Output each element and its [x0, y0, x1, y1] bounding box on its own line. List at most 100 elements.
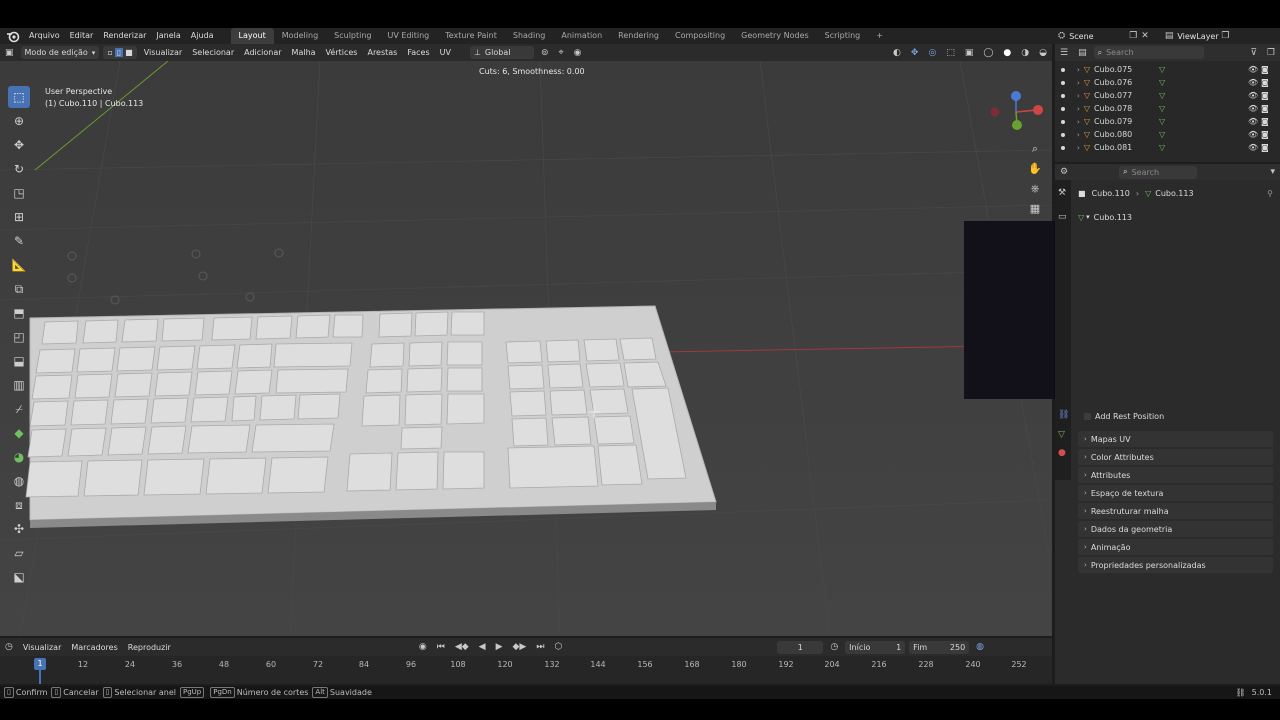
y-axis-icon[interactable] — [1012, 120, 1022, 130]
section-animation[interactable]: › Animação — [1078, 539, 1273, 555]
face-select-icon[interactable]: ■ — [125, 48, 133, 57]
prev-keyframe-icon[interactable]: ◀◆ — [450, 642, 474, 652]
editor-type-icon[interactable]: ▣ — [0, 48, 19, 58]
eye-icon[interactable]: 👁 — [1248, 143, 1258, 152]
hdr-menu-visualizar[interactable]: Visualizar — [139, 48, 188, 57]
expand-arrow-icon[interactable]: › — [1077, 79, 1080, 87]
vertex-select-icon[interactable]: ▫ — [107, 48, 112, 57]
timeline-ruler[interactable]: 12 24 36 48 60 72 84 96 108 120 132 144 … — [0, 656, 1052, 684]
material-tab-icon[interactable]: ● — [1058, 448, 1066, 458]
expand-arrow-icon[interactable]: › — [1077, 92, 1080, 100]
blender-logo-icon[interactable] — [6, 29, 20, 43]
tab-rendering[interactable]: Rendering — [610, 28, 667, 44]
timeline-editor-icon[interactable]: ◷ — [0, 642, 18, 652]
eye-icon[interactable]: 👁 — [1248, 104, 1258, 113]
tab-scripting[interactable]: Scripting — [817, 28, 869, 44]
expand-arrow-icon[interactable]: › — [1077, 105, 1080, 113]
tab-compositing[interactable]: Compositing — [667, 28, 733, 44]
eye-icon[interactable]: 👁 — [1248, 130, 1258, 139]
menu-arquivo[interactable]: Arquivo — [24, 28, 65, 44]
mode-selector[interactable]: Modo de edição ▾ — [20, 46, 100, 59]
smooth-tool-icon[interactable]: ◍ — [8, 470, 30, 492]
tab-animation[interactable]: Animation — [553, 28, 610, 44]
outliner-row[interactable]: › ▽ Cubo.081 ▽ 👁 ◙ — [1055, 141, 1280, 154]
data-tab-icon[interactable]: ▽ — [1058, 430, 1065, 440]
hdr-menu-selecionar[interactable]: Selecionar — [187, 48, 239, 57]
outliner-editor-icon[interactable]: ☰ — [1055, 48, 1073, 58]
3d-viewport[interactable] — [0, 61, 1052, 636]
loop-cut-tool-icon[interactable]: ▥ — [8, 374, 30, 396]
menu-janela[interactable]: Janela — [151, 28, 185, 44]
section-custom-properties[interactable]: › Propriedades personalizadas — [1078, 557, 1273, 573]
render-tab-icon[interactable]: ▭ — [1058, 212, 1067, 222]
bevel-tool-icon[interactable]: ⬓ — [8, 350, 30, 372]
hdr-menu-arestas[interactable]: Arestas — [362, 48, 402, 57]
hdr-menu-faces[interactable]: Faces — [402, 48, 434, 57]
outliner-search[interactable]: ⌕ Search — [1093, 46, 1204, 59]
section-remesh[interactable]: › Reestruturar malha — [1078, 503, 1273, 519]
play-icon[interactable]: ▶ — [491, 642, 508, 652]
eye-icon[interactable]: 👁 — [1248, 91, 1258, 100]
shading-solid-icon[interactable]: ● — [998, 48, 1016, 58]
pan-hand-icon[interactable]: ✋ — [1026, 160, 1044, 178]
camera-icon[interactable]: ◙ — [1261, 143, 1269, 152]
camera-icon[interactable]: ◙ — [1261, 91, 1269, 100]
z-axis-icon[interactable] — [1011, 91, 1021, 101]
snap-icon[interactable]: ⌖ — [554, 48, 569, 58]
poly-build-tool-icon[interactable]: ◆ — [8, 422, 30, 444]
transform-tool-icon[interactable]: ⊞ — [8, 206, 30, 228]
shading-wireframe-icon[interactable]: ◯ — [978, 48, 998, 58]
filter-icon[interactable]: ⊽ — [1245, 48, 1262, 58]
play-reverse-icon[interactable]: ◀ — [474, 642, 491, 652]
scene-name[interactable]: Scene — [1069, 32, 1125, 41]
tl-menu-visualizar[interactable]: Visualizar — [18, 643, 67, 652]
add-rest-position-row[interactable]: Add Rest Position — [1084, 410, 1274, 423]
outliner-row[interactable]: › ▽ Cubo.076 ▽ 👁 ◙ — [1055, 76, 1280, 89]
spin-tool-icon[interactable]: ◕ — [8, 446, 30, 468]
new-scene-icon[interactable]: ❐ — [1129, 31, 1137, 41]
mesh-name-field[interactable]: Cubo.113 — [1094, 213, 1132, 222]
camera-icon[interactable]: ◙ — [1261, 130, 1269, 139]
navigation-gizmo[interactable] — [988, 88, 1048, 138]
mesh-datablock-row[interactable]: ▽ ▾ Cubo.113 — [1078, 210, 1273, 224]
add-workspace-button[interactable]: + — [868, 28, 891, 44]
playhead[interactable]: 1 — [34, 658, 46, 670]
measure-tool-icon[interactable]: 📐 — [8, 254, 30, 276]
preview-range-icon[interactable]: ◷ — [825, 642, 843, 652]
rip-tool-icon[interactable]: ⬕ — [8, 566, 30, 588]
constraint-tab-icon[interactable]: ⛓ — [1058, 410, 1069, 420]
tab-texture-paint[interactable]: Texture Paint — [437, 28, 505, 44]
display-mode-icon[interactable]: ▤ — [1073, 48, 1092, 58]
hdr-menu-vertices[interactable]: Vértices — [321, 48, 363, 57]
tool-tab-icon[interactable]: ⚒ — [1058, 188, 1066, 198]
proportional-edit-icon[interactable]: ◉ — [569, 48, 587, 58]
view-layer-name[interactable]: ViewLayer — [1177, 32, 1218, 41]
new-collection-icon[interactable]: ❐ — [1262, 48, 1280, 58]
expand-arrow-icon[interactable]: › — [1077, 66, 1080, 74]
outliner-row[interactable]: › ▽ Cubo.080 ▽ 👁 ◙ — [1055, 128, 1280, 141]
tl-menu-marcadores[interactable]: Marcadores — [66, 643, 122, 652]
jump-start-icon[interactable]: ⏮ — [432, 642, 450, 652]
hdr-menu-malha[interactable]: Malha — [287, 48, 321, 57]
mesh-overlay-icon[interactable]: ⬚ — [941, 48, 960, 58]
properties-search[interactable]: ⌕ Search — [1119, 165, 1198, 179]
cursor-tool-icon[interactable]: ⊕ — [8, 110, 30, 132]
xray-icon[interactable]: ▣ — [960, 48, 979, 58]
visibility-icon[interactable]: ◐ — [888, 48, 906, 58]
gizmo-toggle-icon[interactable]: ✥ — [906, 48, 924, 58]
outliner-row[interactable]: › ▽ Cubo.077 ▽ 👁 ◙ — [1055, 89, 1280, 102]
tl-menu-reproduzir[interactable]: Reproduzir — [123, 643, 176, 652]
expand-arrow-icon[interactable]: › — [1077, 144, 1080, 152]
x-axis-icon[interactable] — [1033, 105, 1043, 115]
shading-rendered-icon[interactable]: ◒ — [1034, 48, 1052, 58]
jump-end-icon[interactable]: ⏭ — [531, 642, 549, 652]
tab-modeling[interactable]: Modeling — [274, 28, 326, 44]
outliner-row[interactable]: › ▽ Cubo.075 ▽ 👁 ◙ — [1055, 63, 1280, 76]
extrude-tool-icon[interactable]: ⬒ — [8, 302, 30, 324]
move-tool-icon[interactable]: ✥ — [8, 134, 30, 156]
ortho-grid-icon[interactable]: ▦ — [1026, 200, 1044, 218]
section-mapas-uv[interactable]: › Mapas UV — [1078, 431, 1273, 447]
edge-select-icon[interactable]: ▯ — [114, 48, 124, 57]
start-frame-field[interactable]: Início 1 — [845, 640, 906, 654]
pivot-icon[interactable]: ⊚ — [536, 48, 554, 58]
